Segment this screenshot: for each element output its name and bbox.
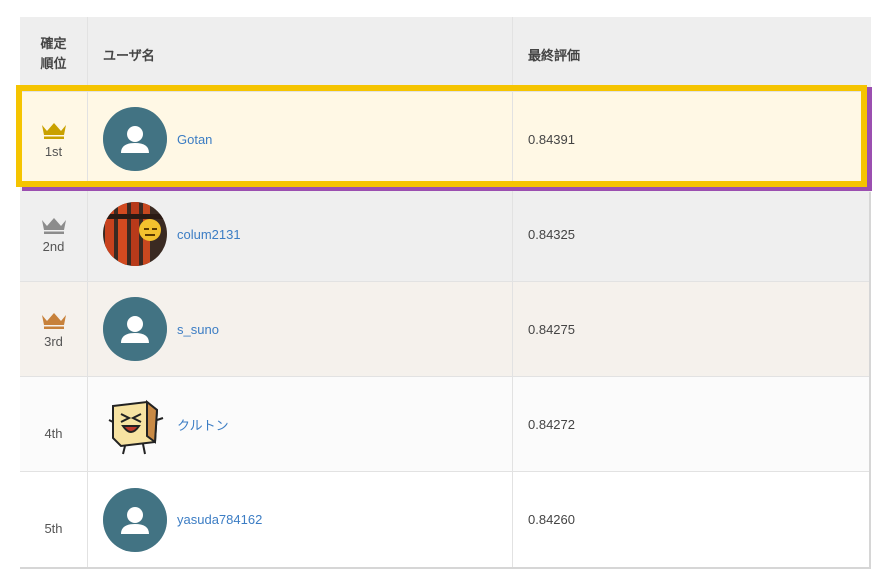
rank-label: 3rd	[44, 333, 63, 349]
table-row: 1st Gotan 0.84391	[20, 92, 871, 187]
user-cell: Gotan	[88, 92, 513, 186]
user-cell: s_suno	[88, 282, 513, 376]
gold-crown-icon	[41, 122, 66, 139]
header-rank-line1: 確定	[40, 36, 67, 51]
selection-shadow-bottom	[22, 187, 872, 191]
score-cell: 0.84275	[528, 321, 575, 337]
silver-crown-icon	[41, 217, 66, 234]
username-link[interactable]: Gotan	[177, 132, 212, 147]
torii-photo-avatar[interactable]	[103, 202, 167, 266]
rank-label: 2nd	[42, 238, 65, 254]
selection-shadow-right	[867, 87, 872, 191]
table-right-border	[869, 192, 871, 569]
score-cell: 0.84272	[528, 416, 575, 432]
table-header: 確定 順位 ユーザ名 最終評価	[20, 17, 871, 92]
user-cell: colum2131	[88, 187, 513, 281]
username-link[interactable]: yasuda784162	[177, 512, 262, 527]
username-link[interactable]: クルトン	[177, 415, 229, 434]
user-cell: クルトン	[88, 377, 513, 471]
bronze-crown-icon	[41, 312, 66, 329]
rank-cell: 3rd	[20, 282, 88, 376]
crouton-character-avatar[interactable]	[103, 392, 167, 456]
table-row: 5th yasuda784162 0.84260	[20, 472, 871, 567]
score-cell: 0.84391	[528, 131, 575, 147]
rank-cell: 4th	[20, 377, 88, 471]
header-score: 最終評価	[528, 47, 581, 63]
leaderboard-table: 確定 順位 ユーザ名 最終評価 1st Gotan 0.84391 2nd co…	[20, 17, 871, 569]
rank-cell: 1st	[20, 92, 88, 186]
table-row: 2nd colum2131 0.84325	[20, 187, 871, 282]
rank-cell: 5th	[20, 472, 88, 567]
rank-label: 1st	[44, 143, 63, 159]
user-cell: yasuda784162	[88, 472, 513, 567]
table-row: 4th クルトン 0.84272	[20, 377, 871, 472]
rank-label: 5th	[44, 521, 63, 536]
header-rank-line2: 順位	[40, 56, 67, 71]
header-user: ユーザ名	[88, 17, 513, 91]
score-cell: 0.84325	[528, 226, 575, 242]
username-link[interactable]: s_suno	[177, 322, 219, 337]
rank-label: 4th	[44, 425, 63, 441]
default-avatar[interactable]	[103, 297, 167, 361]
username-link[interactable]: colum2131	[177, 227, 241, 242]
header-rank: 確定 順位	[20, 17, 88, 91]
score-cell: 0.84260	[528, 512, 575, 527]
table-row: 3rd s_suno 0.84275	[20, 282, 871, 377]
default-avatar[interactable]	[103, 487, 167, 552]
table-bottom-border	[20, 567, 871, 569]
rank-cell: 2nd	[20, 187, 88, 281]
default-avatar[interactable]	[103, 107, 167, 171]
